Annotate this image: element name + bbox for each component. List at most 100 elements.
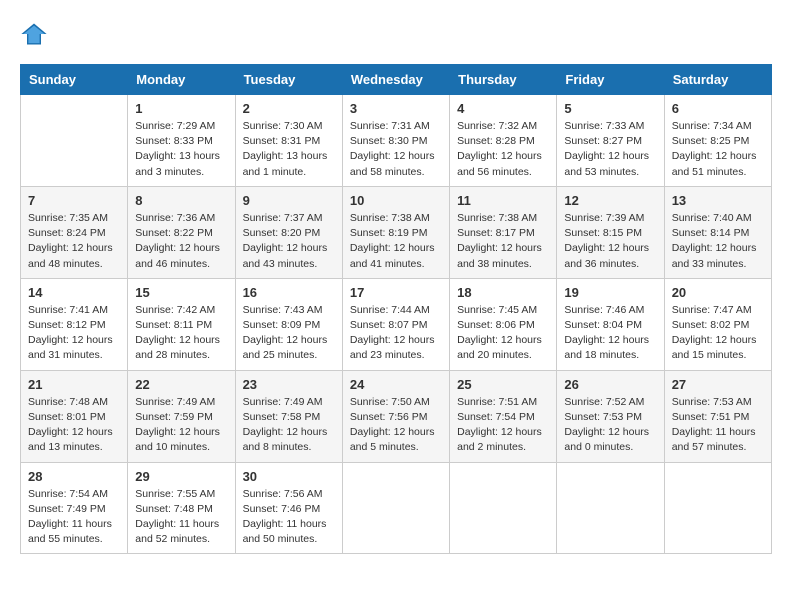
day-number: 4 [457,101,549,116]
calendar-cell: 13Sunrise: 7:40 AM Sunset: 8:14 PM Dayli… [664,186,771,278]
calendar-cell: 11Sunrise: 7:38 AM Sunset: 8:17 PM Dayli… [450,186,557,278]
day-number: 22 [135,377,227,392]
day-number: 29 [135,469,227,484]
calendar-cell: 25 Sunrise: 7:51 AM Sunset: 7:54 PM Dayli… [450,370,557,462]
day-number: 27 [672,377,764,392]
day-number: 1 [135,101,227,116]
day-info: Sunrise: 7:56 AM Sunset: 7:46 PM Dayligh… [243,487,335,548]
calendar-week-row: 1 Sunrise: 7:29 AM Sunset: 8:33 PM Daylig… [21,95,772,187]
day-number: 11 [457,193,549,208]
calendar-cell: 1 Sunrise: 7:29 AM Sunset: 8:33 PM Daylig… [128,95,235,187]
day-number: 12 [564,193,656,208]
day-number: 6 [672,101,764,116]
day-number: 9 [243,193,335,208]
day-number: 8 [135,193,227,208]
calendar-header-row: SundayMondayTuesdayWednesdayThursdayFrid… [21,65,772,95]
calendar-cell: 29 Sunrise: 7:55 AM Sunset: 7:48 PM Dayli… [128,462,235,554]
day-info: Sunrise: 7:41 AM Sunset: 8:12 PM Dayligh… [28,303,120,364]
day-info: Sunrise: 7:36 AM Sunset: 8:22 PM Dayligh… [135,211,227,272]
day-info: Sunrise: 7:43 AM Sunset: 8:09 PM Dayligh… [243,303,335,364]
day-number: 18 [457,285,549,300]
calendar-cell: 20Sunrise: 7:47 AM Sunset: 8:02 PM Dayli… [664,278,771,370]
day-number: 23 [243,377,335,392]
column-header-tuesday: Tuesday [235,65,342,95]
day-info: Sunrise: 7:44 AM Sunset: 8:07 PM Dayligh… [350,303,442,364]
calendar-cell: 27Sunrise: 7:53 AM Sunset: 7:51 PM Dayli… [664,370,771,462]
calendar-cell: 15 Sunrise: 7:42 AM Sunset: 8:11 PM Dayli… [128,278,235,370]
day-number: 19 [564,285,656,300]
page-header [20,20,772,48]
calendar-cell: 14 Sunrise: 7:41 AM Sunset: 8:12 PM Dayli… [21,278,128,370]
day-info: Sunrise: 7:46 AM Sunset: 8:04 PM Dayligh… [564,303,656,364]
column-header-saturday: Saturday [664,65,771,95]
day-number: 14 [28,285,120,300]
day-number: 17 [350,285,442,300]
day-info: Sunrise: 7:54 AM Sunset: 7:49 PM Dayligh… [28,487,120,548]
day-info: Sunrise: 7:51 AM Sunset: 7:54 PM Dayligh… [457,395,549,456]
calendar-cell: 6 Sunrise: 7:34 AM Sunset: 8:25 PM Daylig… [664,95,771,187]
day-info: Sunrise: 7:34 AM Sunset: 8:25 PM Dayligh… [672,119,764,180]
day-number: 20 [672,285,764,300]
day-number: 28 [28,469,120,484]
calendar-week-row: 14 Sunrise: 7:41 AM Sunset: 8:12 PM Dayli… [21,278,772,370]
day-number: 3 [350,101,442,116]
calendar-cell: 22 Sunrise: 7:49 AM Sunset: 7:59 PM Dayli… [128,370,235,462]
column-header-friday: Friday [557,65,664,95]
calendar-cell: 19 Sunrise: 7:46 AM Sunset: 8:04 PM Dayli… [557,278,664,370]
day-number: 25 [457,377,549,392]
day-info: Sunrise: 7:37 AM Sunset: 8:20 PM Dayligh… [243,211,335,272]
day-number: 2 [243,101,335,116]
day-info: Sunrise: 7:55 AM Sunset: 7:48 PM Dayligh… [135,487,227,548]
calendar-cell: 21Sunrise: 7:48 AM Sunset: 8:01 PM Dayli… [21,370,128,462]
calendar-cell: 8 Sunrise: 7:36 AM Sunset: 8:22 PM Daylig… [128,186,235,278]
calendar-cell: 7 Sunrise: 7:35 AM Sunset: 8:24 PM Daylig… [21,186,128,278]
calendar-cell: 5 Sunrise: 7:33 AM Sunset: 8:27 PM Daylig… [557,95,664,187]
day-info: Sunrise: 7:42 AM Sunset: 8:11 PM Dayligh… [135,303,227,364]
day-number: 16 [243,285,335,300]
day-info: Sunrise: 7:52 AM Sunset: 7:53 PM Dayligh… [564,395,656,456]
day-number: 7 [28,193,120,208]
calendar-week-row: 7 Sunrise: 7:35 AM Sunset: 8:24 PM Daylig… [21,186,772,278]
day-number: 21 [28,377,120,392]
calendar-cell: 9 Sunrise: 7:37 AM Sunset: 8:20 PM Daylig… [235,186,342,278]
logo [20,20,52,48]
calendar-cell: 4 Sunrise: 7:32 AM Sunset: 8:28 PM Daylig… [450,95,557,187]
day-info: Sunrise: 7:49 AM Sunset: 7:59 PM Dayligh… [135,395,227,456]
day-info: Sunrise: 7:39 AM Sunset: 8:15 PM Dayligh… [564,211,656,272]
day-number: 13 [672,193,764,208]
day-info: Sunrise: 7:32 AM Sunset: 8:28 PM Dayligh… [457,119,549,180]
calendar-cell: 30 Sunrise: 7:56 AM Sunset: 7:46 PM Dayli… [235,462,342,554]
calendar-cell: 24Sunrise: 7:50 AM Sunset: 7:56 PM Dayli… [342,370,449,462]
day-number: 26 [564,377,656,392]
calendar-cell: 2 Sunrise: 7:30 AM Sunset: 8:31 PM Daylig… [235,95,342,187]
column-header-monday: Monday [128,65,235,95]
day-info: Sunrise: 7:45 AM Sunset: 8:06 PM Dayligh… [457,303,549,364]
day-number: 10 [350,193,442,208]
calendar-cell [21,95,128,187]
calendar-cell: 12 Sunrise: 7:39 AM Sunset: 8:15 PM Dayli… [557,186,664,278]
day-number: 30 [243,469,335,484]
calendar-cell [557,462,664,554]
day-number: 5 [564,101,656,116]
day-info: Sunrise: 7:31 AM Sunset: 8:30 PM Dayligh… [350,119,442,180]
day-info: Sunrise: 7:29 AM Sunset: 8:33 PM Dayligh… [135,119,227,180]
calendar-cell: 28 Sunrise: 7:54 AM Sunset: 7:49 PM Dayli… [21,462,128,554]
calendar-cell [664,462,771,554]
day-info: Sunrise: 7:30 AM Sunset: 8:31 PM Dayligh… [243,119,335,180]
column-header-thursday: Thursday [450,65,557,95]
day-info: Sunrise: 7:33 AM Sunset: 8:27 PM Dayligh… [564,119,656,180]
calendar-cell: 26 Sunrise: 7:52 AM Sunset: 7:53 PM Dayli… [557,370,664,462]
calendar-cell: 18 Sunrise: 7:45 AM Sunset: 8:06 PM Dayli… [450,278,557,370]
calendar-cell: 10 Sunrise: 7:38 AM Sunset: 8:19 PM Dayli… [342,186,449,278]
calendar-cell [450,462,557,554]
logo-icon [20,20,48,48]
calendar-week-row: 21Sunrise: 7:48 AM Sunset: 8:01 PM Dayli… [21,370,772,462]
calendar-cell: 17 Sunrise: 7:44 AM Sunset: 8:07 PM Dayli… [342,278,449,370]
calendar-table: SundayMondayTuesdayWednesdayThursdayFrid… [20,64,772,554]
column-header-wednesday: Wednesday [342,65,449,95]
column-header-sunday: Sunday [21,65,128,95]
day-info: Sunrise: 7:35 AM Sunset: 8:24 PM Dayligh… [28,211,120,272]
day-number: 15 [135,285,227,300]
day-info: Sunrise: 7:49 AM Sunset: 7:58 PM Dayligh… [243,395,335,456]
day-info: Sunrise: 7:38 AM Sunset: 8:19 PM Dayligh… [350,211,442,272]
